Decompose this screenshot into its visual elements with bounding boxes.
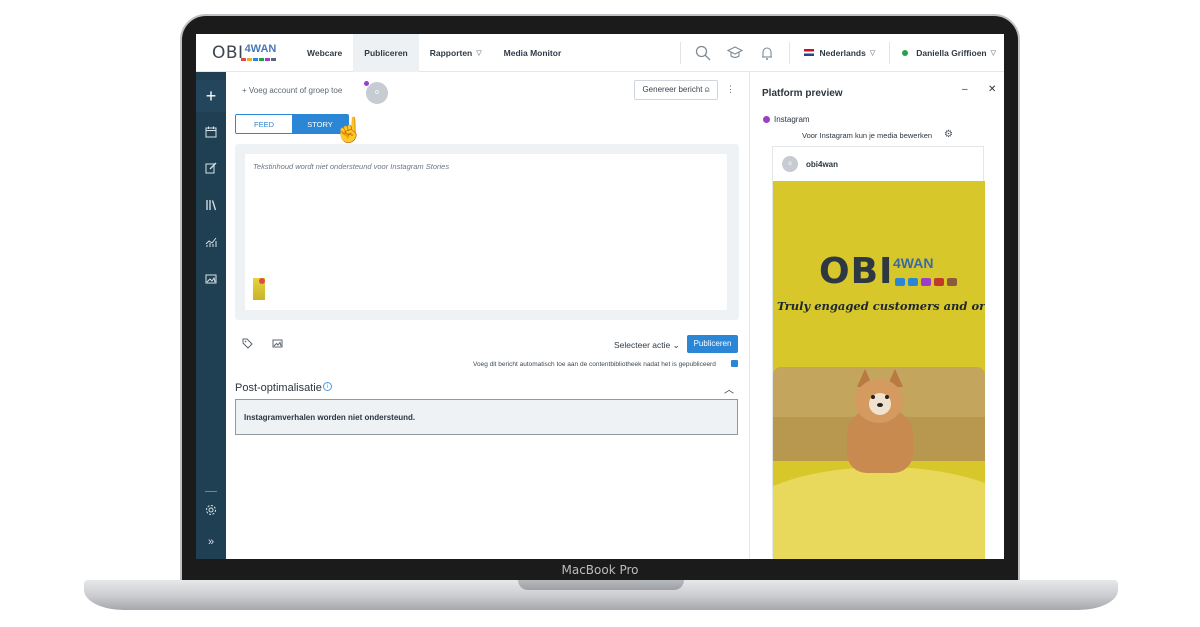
gear-icon[interactable]: ⚙ — [944, 129, 953, 140]
platform-label: Instagram — [774, 115, 810, 124]
account-name: obi4wan — [806, 159, 839, 169]
logo-main: OBI — [212, 42, 244, 63]
logo-dots — [241, 57, 276, 61]
generate-button[interactable]: Genereer bericht ⍝ — [634, 80, 718, 100]
bell-icon[interactable] — [751, 45, 783, 61]
logo[interactable]: OBI 4WAN — [196, 34, 296, 72]
post-editor: + Voeg account of groep toe o Genereer b… — [226, 72, 749, 559]
calendar-icon[interactable] — [196, 126, 226, 141]
graduation-cap-icon[interactable] — [719, 45, 751, 61]
wall-slogan: Truly engaged customers and organisa — [777, 299, 985, 313]
image-icon[interactable] — [272, 338, 283, 352]
plus-icon[interactable]: + — [196, 80, 226, 112]
chevron-down-icon: ▽ — [990, 49, 996, 57]
auto-add-label: Voeg dit bericht automatisch toe aan de … — [473, 361, 716, 368]
sidebar: + » — [196, 72, 226, 559]
story-header: o obi4wan — [773, 147, 983, 181]
wall-logo-dots — [895, 278, 957, 286]
hand-cursor-icon: ☝ — [334, 117, 364, 144]
post-optimization-message: Instagramverhalen worden niet ondersteun… — [244, 413, 416, 422]
chevron-up-icon[interactable]: ︿ — [724, 381, 734, 396]
edit-icon[interactable] — [196, 162, 226, 177]
preview-title: Platform preview — [762, 88, 843, 99]
table — [773, 467, 985, 559]
app-screen: OBI 4WAN Webcare Publiceren Rapporten ▽ M… — [196, 34, 1004, 559]
chevron-down-icon: ▽ — [476, 49, 482, 57]
nav-rapporten[interactable]: Rapporten ▽ — [419, 34, 493, 72]
avatar: o — [782, 156, 798, 172]
nav-publiceren[interactable]: Publiceren — [353, 34, 419, 72]
chevron-down-icon: ▽ — [869, 49, 876, 57]
more-icon[interactable]: ⋮ — [726, 84, 735, 95]
instagram-icon — [363, 80, 370, 87]
close-icon[interactable]: ✕ — [988, 84, 996, 95]
text-input[interactable]: Tekstinhoud wordt niet ondersteund voor … — [245, 154, 727, 310]
post-optimization-title: Post-optimalisatie — [235, 382, 322, 394]
search-icon[interactable] — [687, 45, 719, 61]
flag-nl-icon — [803, 49, 814, 56]
post-optimization-panel: Instagramverhalen worden niet ondersteun… — [235, 399, 738, 435]
tag-icon[interactable] — [242, 338, 253, 352]
select-action-dropdown[interactable]: Selecteer actie ⌄ — [614, 340, 680, 351]
platform-preview: Platform preview – ✕ Instagram Voor Inst… — [749, 72, 1004, 559]
story-image: OBI 4WAN Truly engaged customers and org… — [773, 181, 985, 559]
content-area: Tekstinhoud wordt niet ondersteund voor … — [235, 144, 739, 320]
story-preview-card: o obi4wan OBI 4WAN Truly engaged custome… — [772, 146, 985, 559]
placeholder-text: Tekstinhoud wordt niet ondersteund voor … — [253, 162, 450, 171]
divider — [788, 41, 790, 64]
robot-icon: ⍝ — [704, 85, 710, 94]
device-label: MacBook Pro — [561, 563, 639, 577]
nav-webcare[interactable]: Webcare — [296, 34, 353, 72]
instagram-icon — [763, 116, 770, 123]
wall-logo: OBI — [819, 251, 894, 292]
user-menu[interactable]: Daniella Griffioen ▽ — [896, 48, 1004, 58]
edit-media-note: Voor Instagram kun je media bewerken — [802, 131, 933, 140]
divider — [679, 41, 681, 64]
publish-button[interactable]: Publiceren — [687, 335, 738, 353]
info-icon[interactable]: i — [323, 382, 332, 391]
auto-add-checkbox[interactable] — [731, 360, 738, 367]
nav-media-monitor[interactable]: Media Monitor — [493, 34, 573, 72]
divider — [889, 41, 891, 64]
image-icon[interactable] — [196, 273, 226, 288]
chart-icon[interactable] — [196, 236, 226, 251]
dog-eye — [871, 395, 875, 399]
logo-accent: 4WAN — [244, 42, 277, 55]
gear-icon[interactable] — [196, 504, 226, 519]
minimize-icon[interactable]: – — [962, 84, 968, 95]
library-icon[interactable] — [196, 199, 226, 214]
status-dot — [902, 49, 909, 56]
language-select[interactable]: Nederlands ▽ — [796, 48, 884, 58]
nav-right: Nederlands ▽ Daniella Griffioen ▽ — [674, 34, 1004, 72]
toggle-feed[interactable]: FEED — [236, 115, 292, 133]
dog-eye — [885, 395, 889, 399]
top-nav: OBI 4WAN Webcare Publiceren Rapporten ▽ M… — [196, 34, 1004, 72]
remove-media-icon[interactable] — [259, 278, 265, 284]
wall-logo-accent: 4WAN — [893, 255, 934, 271]
chevron-down-icon: ⌄ — [672, 340, 680, 350]
expand-icon[interactable]: » — [196, 536, 226, 548]
dog-nose — [877, 403, 883, 407]
laptop-notch — [518, 580, 684, 590]
add-account-button[interactable]: + Voeg account of groep toe — [242, 86, 342, 95]
divider — [205, 491, 217, 492]
format-toggle: FEED STORY — [235, 114, 349, 134]
